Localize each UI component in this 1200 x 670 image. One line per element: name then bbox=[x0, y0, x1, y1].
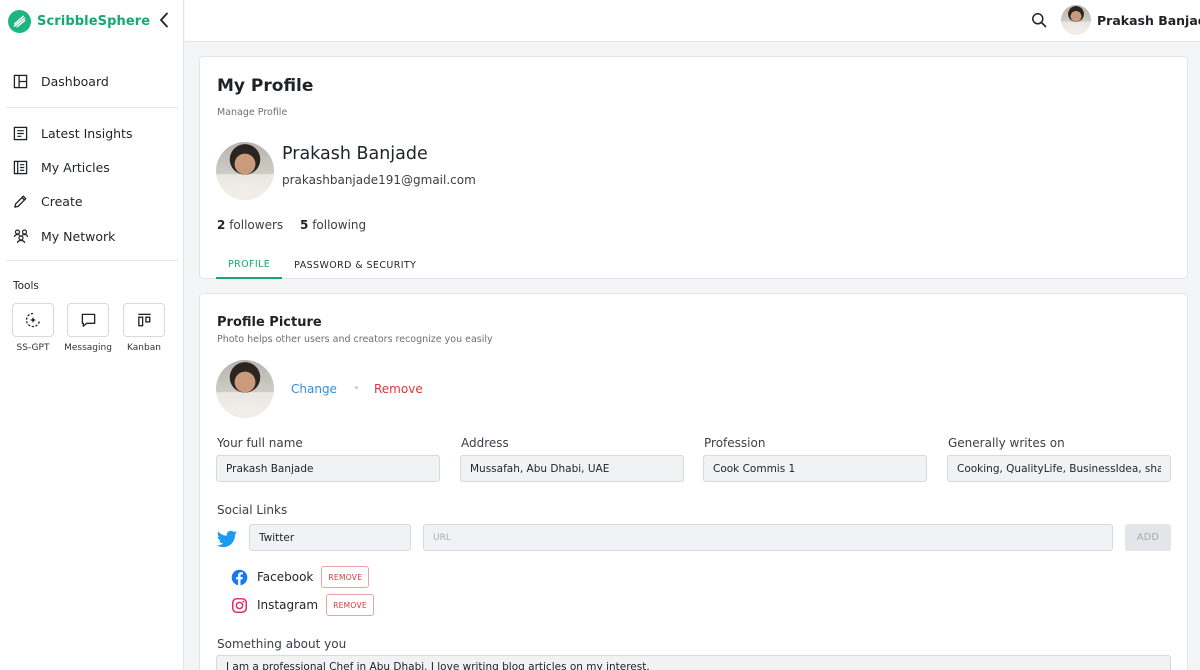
followers-stat[interactable]: 2 followers bbox=[217, 218, 283, 232]
network-icon bbox=[12, 228, 29, 245]
full-name-input[interactable] bbox=[216, 455, 440, 482]
sidebar-item-label: My Network bbox=[41, 228, 116, 244]
dashboard-icon bbox=[12, 73, 29, 90]
social-link-name: Facebook bbox=[257, 570, 314, 584]
address-label: Address bbox=[461, 436, 509, 450]
about-textarea[interactable]: I am a professional Chef in Abu Dhabi. I… bbox=[216, 655, 1171, 670]
brand[interactable]: ScribbleSphere bbox=[8, 9, 150, 33]
sidebar-item-label: My Articles bbox=[41, 159, 110, 175]
address-input[interactable] bbox=[460, 455, 684, 482]
page-subtitle: Manage Profile bbox=[217, 107, 288, 118]
separator-dot bbox=[355, 386, 358, 389]
change-picture-link[interactable]: Change bbox=[291, 382, 337, 396]
social-link-facebook: Facebook REMOVE bbox=[231, 566, 370, 588]
full-name-label: Your full name bbox=[217, 436, 303, 450]
chat-icon bbox=[81, 313, 95, 327]
sidebar: ScribbleSphere Dashboard Latest Insights… bbox=[0, 0, 184, 670]
tool-button[interactable] bbox=[123, 303, 165, 337]
social-url-input[interactable] bbox=[423, 524, 1113, 551]
search-icon bbox=[1032, 13, 1047, 28]
tab-profile[interactable]: PROFILE bbox=[216, 251, 283, 279]
tool-ss-gpt[interactable]: SS-GPT bbox=[12, 303, 54, 353]
kanban-icon bbox=[137, 313, 151, 326]
topbar: Prakash Banjade bbox=[185, 0, 1200, 42]
social-links-label: Social Links bbox=[217, 503, 288, 517]
sidebar-divider bbox=[6, 260, 178, 261]
tool-kanban[interactable]: Kanban bbox=[123, 303, 165, 353]
sidebar-divider bbox=[6, 107, 178, 108]
twitter-icon bbox=[216, 530, 238, 548]
articles-icon bbox=[12, 159, 29, 176]
tool-button[interactable] bbox=[12, 303, 54, 337]
tab-password-security[interactable]: PASSWORD & SECURITY bbox=[282, 251, 428, 279]
profile-avatar bbox=[216, 142, 274, 200]
user-menu[interactable]: Prakash Banjade bbox=[1061, 5, 1200, 35]
profile-tabs: PROFILE PASSWORD & SECURITY bbox=[216, 251, 428, 279]
profession-input[interactable] bbox=[703, 455, 927, 482]
writes-on-input[interactable] bbox=[947, 455, 1171, 482]
tool-label: Kanban bbox=[127, 343, 161, 353]
remove-picture-link[interactable]: Remove bbox=[374, 382, 423, 396]
user-name: Prakash Banjade bbox=[1097, 12, 1200, 28]
social-link-instagram: Instagram REMOVE bbox=[231, 594, 374, 616]
sidebar-item-my-network[interactable]: My Network bbox=[12, 224, 115, 248]
tool-label: Messaging bbox=[64, 343, 112, 353]
following-stat[interactable]: 5 following bbox=[300, 218, 366, 232]
sidebar-item-label: Latest Insights bbox=[41, 125, 133, 141]
insights-icon bbox=[12, 125, 29, 142]
sidebar-item-latest-insights[interactable]: Latest Insights bbox=[12, 121, 132, 145]
sidebar-item-my-articles[interactable]: My Articles bbox=[12, 155, 110, 179]
followers-label: followers bbox=[229, 218, 284, 232]
social-link-name: Instagram bbox=[257, 598, 319, 612]
brand-name: ScribbleSphere bbox=[37, 13, 151, 29]
profile-email: prakashbanjade191@gmail.com bbox=[282, 173, 476, 187]
collapse-sidebar-button[interactable] bbox=[156, 10, 172, 30]
add-social-link-button[interactable]: ADD bbox=[1125, 524, 1171, 551]
following-count: 5 bbox=[300, 218, 309, 232]
remove-instagram-button[interactable]: REMOVE bbox=[326, 594, 374, 616]
sidebar-item-label: Dashboard bbox=[41, 73, 109, 89]
writes-on-label: Generally writes on bbox=[948, 436, 1065, 450]
profile-card: My Profile Manage Profile Prakash Banjad… bbox=[199, 56, 1188, 279]
ai-sparkle-icon bbox=[25, 312, 41, 328]
remove-facebook-button[interactable]: REMOVE bbox=[321, 566, 370, 588]
facebook-icon bbox=[231, 569, 248, 585]
profile-name: Prakash Banjade bbox=[282, 144, 428, 164]
tool-messaging[interactable]: Messaging bbox=[64, 303, 112, 353]
about-label: Something about you bbox=[217, 637, 347, 651]
profile-picture-preview bbox=[216, 360, 274, 418]
social-platform-select[interactable] bbox=[249, 524, 411, 551]
search-button[interactable] bbox=[1031, 12, 1049, 30]
following-label: following bbox=[312, 218, 367, 232]
sidebar-item-label: Create bbox=[41, 193, 83, 209]
followers-count: 2 bbox=[217, 218, 226, 232]
instagram-icon bbox=[231, 597, 248, 613]
sidebar-item-dashboard[interactable]: Dashboard bbox=[12, 69, 109, 93]
chevron-left-icon bbox=[160, 12, 168, 28]
pencil-icon bbox=[12, 193, 29, 210]
brand-logo-icon bbox=[8, 9, 31, 33]
section-subtitle: Photo helps other users and creators rec… bbox=[217, 334, 493, 345]
tools-label: Tools bbox=[13, 280, 39, 292]
tool-button[interactable] bbox=[67, 303, 109, 337]
sidebar-item-create[interactable]: Create bbox=[12, 189, 83, 213]
profile-form-card: Profile Picture Photo helps other users … bbox=[199, 293, 1188, 670]
tool-label: SS-GPT bbox=[16, 343, 50, 353]
section-title: Profile Picture bbox=[217, 315, 322, 330]
profession-label: Profession bbox=[704, 436, 766, 450]
avatar bbox=[1061, 5, 1091, 35]
page-title: My Profile bbox=[217, 76, 314, 96]
